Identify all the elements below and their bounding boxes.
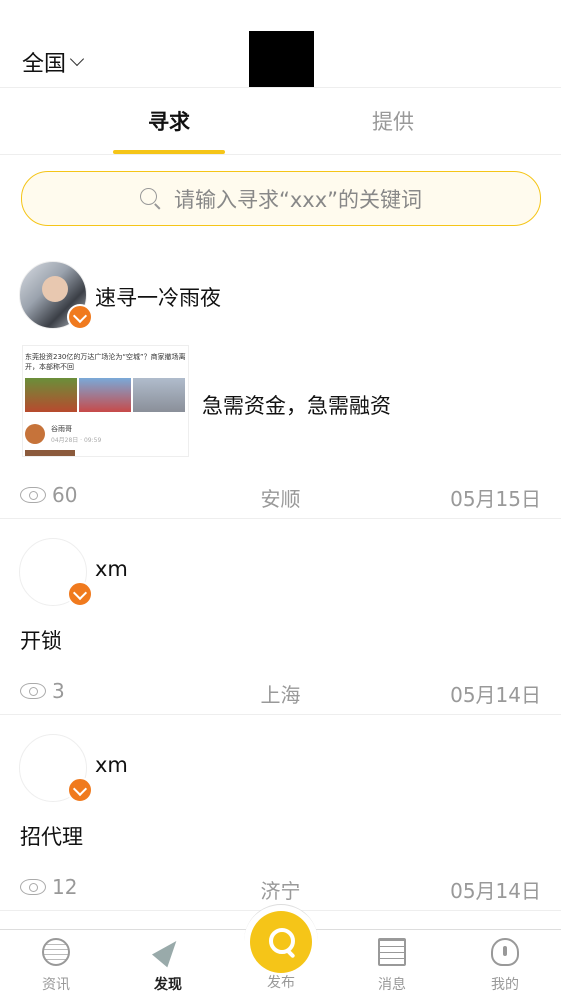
post-date: 05月15日 <box>450 487 541 511</box>
region-label: 全国 <box>22 52 67 77</box>
verified-icon <box>67 304 93 330</box>
search-icon <box>250 911 312 973</box>
publish-button[interactable] <box>244 904 318 978</box>
nav-discover[interactable]: 发现 <box>133 934 203 994</box>
top-bar: 全国 <box>0 0 561 88</box>
post-thumbnail[interactable]: 东莞投资230亿的万达广场沦为“空城”？商家撤场离 开，本部称不回 谷雨哥 04… <box>22 345 189 457</box>
tab-offer[interactable]: 提供 <box>337 106 449 136</box>
publish-label: 发布 <box>267 975 295 991</box>
verified-icon <box>67 777 93 803</box>
post-content: 开锁 <box>20 629 62 653</box>
avatar[interactable] <box>19 261 93 330</box>
redacted-block <box>249 31 314 87</box>
nav-news[interactable]: 资讯 <box>21 938 91 994</box>
tab-seek[interactable]: 寻求 <box>113 106 225 136</box>
nav-label: 资讯 <box>42 977 70 993</box>
thumbnail-author: 谷雨哥 <box>51 425 72 433</box>
verified-icon <box>67 581 93 607</box>
avatar[interactable] <box>19 734 93 803</box>
thumbnail-photo <box>79 378 131 412</box>
post-date: 05月14日 <box>450 683 541 707</box>
nav-profile[interactable]: 我的 <box>470 938 540 994</box>
username[interactable]: xm <box>95 557 128 581</box>
thumbnail-date: 04月28日 · 09:59 <box>51 437 102 444</box>
list-item[interactable]: xm 招代理 12 济宁 05月14日 <box>0 715 561 911</box>
post-date: 05月14日 <box>450 879 541 903</box>
post-content: 招代理 <box>20 825 83 849</box>
nav-label: 消息 <box>378 977 406 993</box>
chat-icon <box>378 938 406 966</box>
bulb-icon <box>491 938 519 966</box>
nav-label: 发现 <box>154 977 182 993</box>
thumbnail-avatar <box>25 424 45 444</box>
thumbnail-headline-2: 开，本部称不回 <box>25 363 74 371</box>
thumbnail-photo <box>133 378 185 412</box>
thumbnail-photo <box>25 378 77 412</box>
tab-bar: 寻求 提供 <box>0 88 561 155</box>
search-input[interactable]: 请输入寻求“xxx”的关键词 <box>21 171 541 226</box>
chevron-down-icon <box>69 51 85 67</box>
list-item[interactable]: xm 开锁 3 上海 05月14日 <box>0 519 561 715</box>
thumbnail-headline: 东莞投资230亿的万达广场沦为“空城”？商家撤场离 <box>25 353 186 361</box>
thumbnail-footer-image <box>25 450 75 456</box>
username[interactable]: xm <box>95 753 128 777</box>
post-content: 急需资金，急需融资 <box>202 394 391 418</box>
search-icon <box>139 187 162 210</box>
rocket-icon <box>151 934 185 968</box>
region-selector[interactable]: 全国 <box>22 46 85 78</box>
active-tab-indicator <box>113 150 225 154</box>
nav-messages[interactable]: 消息 <box>357 938 427 994</box>
nav-label: 我的 <box>491 977 519 993</box>
username[interactable]: 速寻一冷雨夜 <box>95 282 221 312</box>
avatar[interactable] <box>19 538 93 607</box>
globe-icon <box>42 938 70 966</box>
search-placeholder: 请输入寻求“xxx”的关键词 <box>173 187 423 212</box>
